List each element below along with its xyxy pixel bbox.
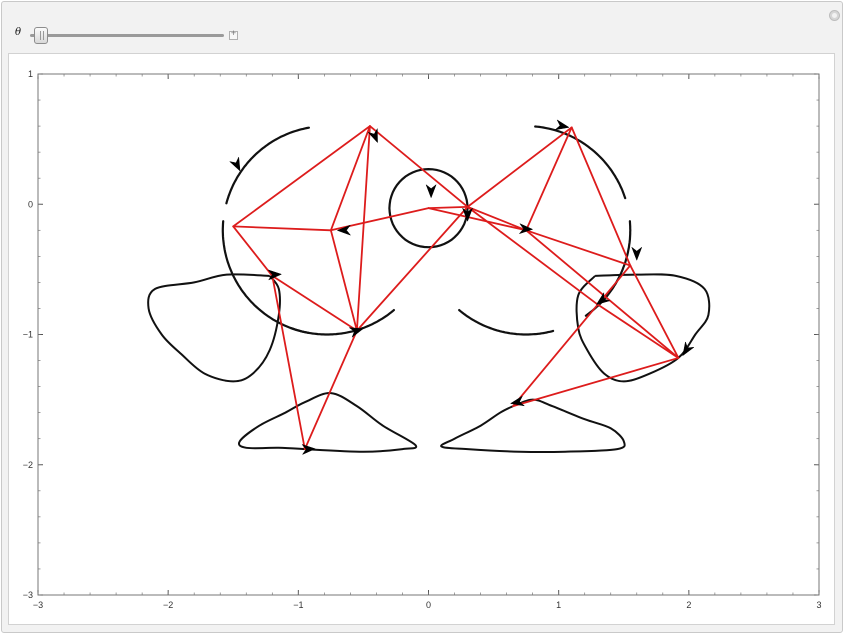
parameter-slider-thumb[interactable] <box>33 27 48 44</box>
orbit-arc <box>458 309 555 336</box>
link-segment <box>596 303 680 359</box>
link-segment <box>570 126 632 267</box>
link-segment <box>369 125 469 208</box>
plot-frame <box>37 73 820 596</box>
x-tick-label: −2 <box>163 600 173 610</box>
link-segment <box>232 225 332 232</box>
direction-arrow-icon <box>228 156 241 172</box>
direction-arrow-icon <box>509 395 526 407</box>
x-tick-label: 2 <box>686 600 691 610</box>
link-segment <box>466 126 573 208</box>
link-segment <box>512 303 599 408</box>
orbit-arc <box>221 220 310 334</box>
closed-trajectory <box>147 273 281 383</box>
link-segment <box>303 329 358 451</box>
expand-controls-icon[interactable] <box>229 28 238 40</box>
x-tick-label: 0 <box>426 600 431 610</box>
link-segment <box>232 125 371 228</box>
y-tick-label: 0 <box>28 199 33 209</box>
link-segment <box>466 205 599 306</box>
link-segment <box>629 264 680 359</box>
x-tick-label: −3 <box>33 600 43 610</box>
plot-canvas: −3 −2 −1 0 1 2 3 1 0 −1 −2 −3 <box>23 69 822 610</box>
link-segment <box>232 225 274 277</box>
orbit-arc <box>534 125 627 200</box>
link-segment <box>525 126 573 232</box>
x-tick-label: 3 <box>816 600 821 610</box>
direction-arrow-icon <box>631 246 643 261</box>
plot-panel: −3 −2 −1 0 1 2 3 1 0 −1 −2 −3 <box>8 53 835 625</box>
parameter-label: θ <box>15 27 22 38</box>
link-segment <box>427 205 469 210</box>
y-tick-label: −2 <box>23 460 33 470</box>
link-segment <box>271 274 306 451</box>
y-tick-label: 1 <box>28 69 33 79</box>
direction-arrow-icon <box>554 119 570 131</box>
parameter-slider-track[interactable] <box>30 34 224 37</box>
x-tick-label: 1 <box>556 600 561 610</box>
closed-trajectory <box>440 398 626 454</box>
direction-arrow-icon <box>425 183 437 199</box>
closed-trajectory <box>237 392 418 453</box>
link-segment <box>356 205 469 332</box>
x-tick-label: −1 <box>293 600 303 610</box>
link-segment <box>525 229 680 359</box>
link-segment <box>525 229 632 267</box>
y-tick-label: −3 <box>23 590 33 600</box>
close-icon[interactable] <box>829 10 840 21</box>
y-tick-label: −1 <box>23 330 33 340</box>
